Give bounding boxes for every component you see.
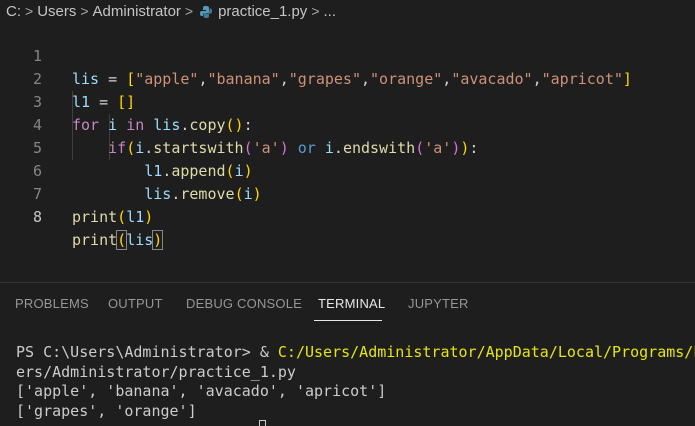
breadcrumb-drive[interactable]: C: — [6, 3, 21, 20]
tab-terminal[interactable]: TERMINAL — [318, 296, 385, 311]
terminal-command-wrap: ers/Administrator/practice_1.py — [16, 363, 296, 381]
tab-output[interactable]: OUTPUT — [108, 296, 163, 311]
terminal[interactable]: PS C:\Users\Administrator> & C:/Users/Ad… — [0, 340, 695, 425]
code-text: print(lis) — [72, 230, 164, 250]
active-tab-indicator — [314, 320, 382, 321]
terminal-cursor — [259, 420, 266, 426]
breadcrumb-separator: > — [80, 3, 89, 19]
code-line[interactable]: 7 print(l1) — [0, 160, 695, 226]
breadcrumb-administrator[interactable]: Administrator — [93, 3, 181, 20]
terminal-command: C:/Users/Administrator/AppData/Local/Pro… — [277, 343, 695, 361]
python-file-icon — [199, 5, 213, 19]
breadcrumb-separator: > — [311, 3, 320, 19]
code-line[interactable]: 4 if(i.startswith('a') or i.endswith('a'… — [0, 91, 695, 157]
breadcrumb-separator: > — [184, 3, 194, 19]
panel-tab-bar: PROBLEMS OUTPUT DEBUG CONSOLE TERMINAL J… — [0, 282, 695, 324]
code-line[interactable]: 1 lis = ["apple","banana","grapes","oran… — [0, 22, 695, 88]
code-editor[interactable]: 1 lis = ["apple","banana","grapes","oran… — [0, 22, 695, 282]
line-number: 8 — [32, 208, 42, 226]
breadcrumb-users[interactable]: Users — [37, 3, 76, 20]
code-line-active[interactable]: 8 print(lis) — [0, 183, 695, 250]
terminal-output-line: ['apple', 'banana', 'avacado', 'apricot'… — [16, 382, 387, 400]
tab-problems[interactable]: PROBLEMS — [15, 296, 89, 311]
code-line[interactable]: 5 l1.append(i) — [0, 114, 695, 180]
breadcrumb: C: > Users > Administrator > practice_1.… — [0, 0, 695, 22]
terminal-command-line: PS C:\Users\Administrator> & C:/Users/Ad… — [16, 342, 695, 362]
terminal-prompt: PS C:\Users\Administrator> & — [16, 343, 278, 361]
breadcrumb-symbols[interactable]: ... — [324, 3, 337, 20]
code-line[interactable]: 6 lis.remove(i) — [0, 137, 695, 203]
breadcrumb-separator: > — [25, 3, 34, 19]
tab-jupyter[interactable]: JUPYTER — [408, 296, 469, 311]
code-line[interactable]: 3 for i in lis.copy(): — [0, 68, 695, 134]
code-text: print(l1) — [72, 208, 154, 226]
breadcrumb-file[interactable]: practice_1.py — [218, 3, 307, 20]
code-line[interactable]: 2 l1 = [] — [0, 45, 695, 111]
terminal-output-line: ['grapes', 'orange'] — [16, 402, 197, 420]
tab-debug-console[interactable]: DEBUG CONSOLE — [186, 296, 302, 311]
